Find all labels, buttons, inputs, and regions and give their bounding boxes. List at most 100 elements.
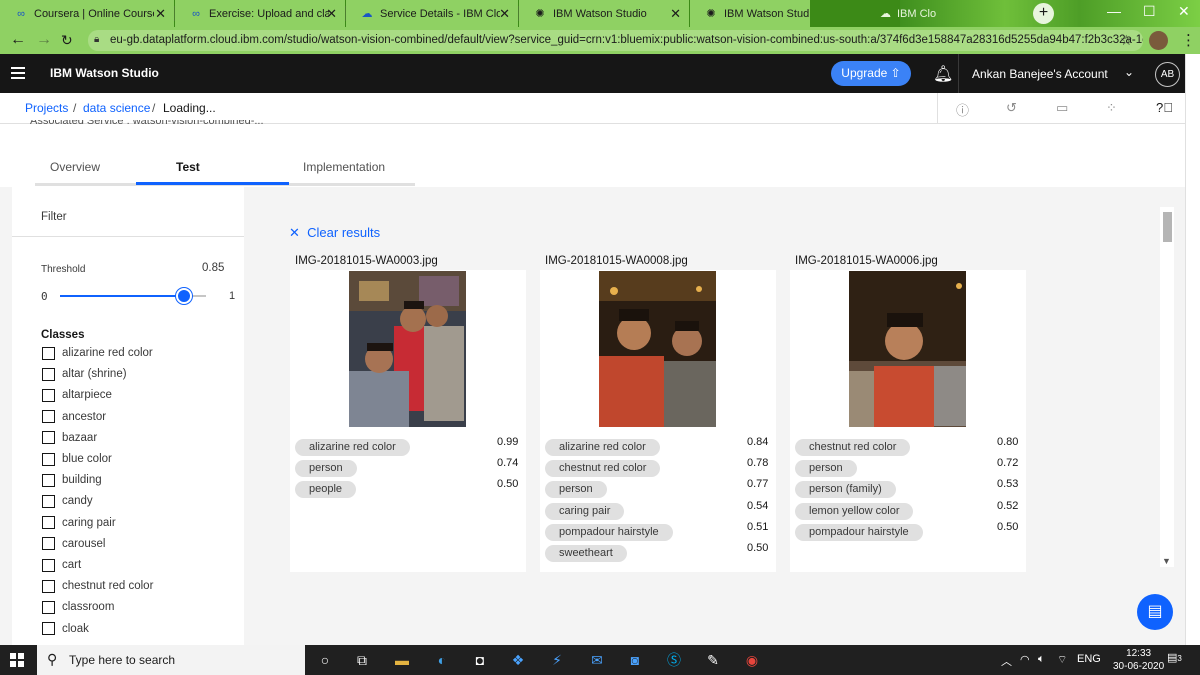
file-explorer-icon[interactable]: ▬: [392, 651, 412, 669]
checkbox[interactable]: [42, 367, 55, 381]
class-checkbox-item[interactable]: chestnut red color: [42, 578, 153, 594]
checkbox[interactable]: [42, 579, 55, 593]
class-checkbox-item[interactable]: caring pair: [42, 515, 116, 531]
close-icon[interactable]: ✕: [155, 6, 166, 22]
checkbox[interactable]: [42, 558, 55, 572]
results-scrollbar[interactable]: [1160, 207, 1174, 567]
hamburger-menu-icon[interactable]: [11, 67, 25, 79]
threshold-label: Threshold: [41, 264, 86, 275]
tab-overview[interactable]: Overview: [50, 160, 100, 174]
forward-icon[interactable]: →: [36, 31, 52, 49]
threshold-slider-handle[interactable]: [176, 288, 192, 304]
notifications-icon[interactable]: ▤3: [1167, 651, 1182, 664]
chevron-down-icon[interactable]: ⌄: [1124, 65, 1134, 79]
maximize-icon[interactable]: ☐: [1143, 3, 1156, 20]
clear-results-button[interactable]: ✕ Clear results: [289, 225, 380, 241]
windows-start-icon[interactable]: [10, 653, 24, 667]
bookmark-star-icon[interactable]: ☆: [1120, 32, 1133, 49]
language-indicator[interactable]: ENG: [1077, 653, 1101, 665]
class-checkbox-item[interactable]: altarpiece: [42, 387, 112, 403]
skype-icon[interactable]: Ⓢ: [664, 651, 684, 669]
checkbox[interactable]: [42, 516, 55, 530]
account-switcher[interactable]: Ankan Banejee's Account: [972, 67, 1108, 81]
class-score: 0.72: [997, 457, 1019, 470]
mail-icon[interactable]: ✉: [587, 651, 607, 669]
class-checkbox-item[interactable]: alizarine red color: [42, 345, 153, 361]
browser-tab-watson-studio-2[interactable]: ✺ IBM Watson Studio: [690, 0, 810, 27]
browser-tab-watson-studio[interactable]: ✺ IBM Watson Studio ✕: [519, 0, 689, 27]
upgrade-button[interactable]: Upgrade ⇧: [831, 61, 911, 86]
close-icon[interactable]: ✕: [326, 6, 337, 22]
browser-tab-coursera[interactable]: ∞ Coursera | Online Courses & ✕: [0, 0, 174, 27]
checkbox[interactable]: [42, 388, 55, 402]
taskbar-clock[interactable]: 12:33 30-06-2020: [1113, 647, 1164, 673]
store-icon[interactable]: ◘: [470, 651, 490, 669]
checkbox[interactable]: [42, 494, 55, 508]
task-view-icon[interactable]: ⧉: [352, 651, 372, 669]
class-checkbox-item[interactable]: cloak: [42, 621, 89, 637]
info-icon[interactable]: ⓘ: [956, 100, 969, 119]
class-checkbox-item[interactable]: altar (shrine): [42, 366, 127, 382]
class-checkbox-item[interactable]: cart: [42, 557, 81, 573]
help-icon[interactable]: ?⃝: [1156, 100, 1173, 115]
close-icon[interactable]: ✕: [499, 6, 510, 22]
url-input[interactable]: eu-gb.dataplatform.cloud.ibm.com/studio/…: [88, 30, 1143, 51]
tab-implementation[interactable]: Implementation: [303, 160, 385, 174]
threshold-slider-track[interactable]: [60, 295, 184, 297]
class-tag: sweetheart: [545, 545, 627, 562]
class-checkbox-item[interactable]: carousel: [42, 536, 105, 552]
browser-tab-service-details[interactable]: ☁ Service Details - IBM Cloud ✕: [346, 0, 518, 27]
notepad-icon[interactable]: ✎: [703, 651, 723, 669]
breadcrumb-projects[interactable]: Projects: [25, 101, 68, 115]
vscode-icon[interactable]: ⚡: [547, 651, 567, 669]
dropbox-icon[interactable]: ❖: [508, 651, 528, 669]
checkbox[interactable]: [42, 346, 55, 360]
edge-icon[interactable]: ◐: [432, 651, 452, 669]
checkbox[interactable]: [42, 431, 55, 445]
close-icon[interactable]: ✕: [670, 6, 681, 22]
class-checkbox-item[interactable]: candy: [42, 493, 93, 509]
class-checkbox-item[interactable]: bazaar: [42, 430, 97, 446]
back-icon[interactable]: ←: [10, 31, 26, 49]
close-window-icon[interactable]: ✕: [1178, 3, 1190, 20]
tray-volume-icon[interactable]: 🔈︎: [1038, 653, 1045, 666]
browser-tab-exercise[interactable]: ∞ Exercise: Upload and classify ✕: [175, 0, 345, 27]
more-menu-icon[interactable]: ⋮: [1181, 31, 1196, 49]
tray-wifi-icon[interactable]: ⌔: [1057, 653, 1067, 667]
user-avatar[interactable]: AB: [1155, 62, 1180, 87]
class-checkbox-item[interactable]: classroom: [42, 599, 114, 615]
comment-icon[interactable]: ▭: [1056, 100, 1068, 116]
class-checkbox-item[interactable]: blue color: [42, 451, 112, 467]
checkbox[interactable]: [42, 600, 55, 614]
new-tab-button[interactable]: +: [1033, 3, 1054, 24]
checkbox[interactable]: [42, 537, 55, 551]
taskbar-search[interactable]: ⚲ Type here to search: [37, 645, 305, 675]
breadcrumb-current: Loading...: [163, 101, 216, 115]
cortana-icon[interactable]: ○: [315, 651, 335, 669]
breadcrumb-project[interactable]: data science: [83, 101, 150, 115]
class-checkbox-item[interactable]: ancestor: [42, 409, 106, 425]
browser-tab-ibm-cloud[interactable]: ☁ IBM Cloud: [866, 0, 936, 27]
apps-icon[interactable]: ⁘: [1106, 100, 1117, 116]
history-icon[interactable]: ↺: [1006, 100, 1017, 116]
minimize-icon[interactable]: —: [1107, 3, 1121, 19]
chat-icon[interactable]: ▤: [1137, 594, 1173, 630]
notification-bell-icon[interactable]: 🔔︎: [933, 64, 953, 84]
zoom-icon[interactable]: ◙: [625, 651, 645, 669]
checkbox[interactable]: [42, 452, 55, 466]
tab-test[interactable]: Test: [176, 160, 200, 174]
profile-avatar[interactable]: [1149, 31, 1168, 50]
tray-network-icon[interactable]: ◠: [1020, 653, 1030, 666]
app-brand[interactable]: IBM Watson Studio: [50, 66, 159, 80]
chrome-icon[interactable]: ◉: [742, 651, 762, 669]
checkbox[interactable]: [42, 410, 55, 424]
checkbox[interactable]: [42, 622, 55, 636]
class-label: classroom: [62, 601, 115, 614]
reload-icon[interactable]: ↻: [61, 32, 73, 49]
tray-chevron-icon[interactable]: ︿: [1001, 653, 1012, 669]
scroll-down-icon[interactable]: ▼: [1162, 556, 1171, 566]
taskbar-search-input[interactable]: Type here to search: [69, 653, 175, 667]
class-checkbox-item[interactable]: building: [42, 472, 102, 488]
checkbox[interactable]: [42, 473, 55, 487]
scrollbar-thumb[interactable]: [1163, 212, 1172, 242]
